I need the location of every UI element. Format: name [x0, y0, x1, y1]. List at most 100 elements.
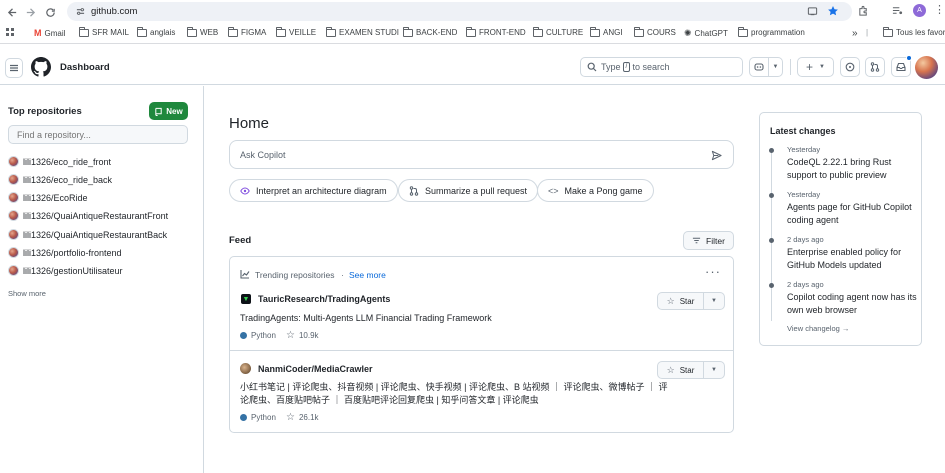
bookmark-angi[interactable]: ANGI	[590, 26, 623, 37]
suggestion-pong-game[interactable]: <> Make a Pong game	[537, 179, 654, 202]
separator-dot: ·	[341, 270, 344, 280]
code-icon: <>	[548, 185, 559, 196]
bookmark-veille[interactable]: VEILLE	[276, 26, 316, 37]
sidebar: Top repositories New lili1326/eco_ride_f…	[0, 86, 204, 473]
send-icon[interactable]	[711, 150, 722, 161]
gmail-icon: M	[34, 28, 42, 38]
change-date: Yesterday	[787, 145, 821, 154]
repo-description-line-1: 小红书笔记 | 评论爬虫、抖音视频 | 评论爬虫、快手视频 | 评论爬虫、B 站…	[240, 382, 668, 392]
view-changelog-link[interactable]: View changelog →	[787, 324, 849, 333]
bookmark-star-icon[interactable]	[827, 5, 839, 17]
plus-icon: +	[806, 60, 814, 74]
sidebar-repo-item[interactable]: lili1326/QuaiAntiqueRestaurantBack	[8, 229, 167, 240]
chevron-down-icon: ▼	[772, 64, 779, 70]
timeline-dot	[769, 193, 774, 198]
folder-icon	[738, 26, 748, 37]
bookmark-anglais[interactable]: anglais	[137, 26, 175, 37]
star-icon: ☆	[666, 295, 675, 306]
media-controls-icon[interactable]	[892, 5, 903, 16]
star-button[interactable]: ☆ Star ▼	[657, 361, 725, 379]
suggestion-architecture-diagram[interactable]: Interpret an architecture diagram	[229, 179, 398, 202]
more-bookmarks-chevron-icon[interactable]: »	[852, 28, 858, 39]
bookmark-examen-studi[interactable]: EXAMEN STUDI	[326, 26, 399, 37]
star-list-dropdown[interactable]: ▼	[704, 362, 724, 378]
menu-dots-icon[interactable]: ⋮	[934, 4, 945, 16]
timeline-dot	[769, 238, 774, 243]
bookmark-culture[interactable]: CULTURE	[533, 26, 583, 37]
issues-button[interactable]	[840, 57, 860, 77]
star-icon: ☆	[286, 330, 295, 341]
profile-initial: A	[917, 7, 922, 14]
back-arrow-icon[interactable]	[4, 4, 20, 20]
sidebar-repo-item[interactable]: lili1326/eco_ride_front	[8, 156, 111, 167]
more-options-icon[interactable]: ···	[705, 264, 721, 279]
github-logo-icon[interactable]	[31, 57, 51, 77]
copilot-chat-input[interactable]: Ask Copilot	[229, 140, 734, 169]
copilot-input-placeholder: Ask Copilot	[240, 150, 286, 160]
new-repository-button[interactable]: New	[149, 102, 188, 120]
profile-avatar[interactable]: A	[913, 4, 926, 17]
address-bar[interactable]: github.com	[67, 2, 852, 21]
bookmark-cours[interactable]: COURS	[634, 26, 676, 37]
search-icon	[587, 62, 597, 72]
change-title-link[interactable]: CodeQL 2.22.1 bring Rust support to publ…	[787, 156, 919, 182]
hamburger-menu-button[interactable]	[5, 58, 23, 78]
forward-arrow-icon[interactable]	[22, 4, 38, 20]
user-avatar[interactable]	[915, 56, 938, 79]
sidebar-repo-item[interactable]: lili1326/portfolio-frontend	[8, 247, 122, 258]
star-icon: ☆	[286, 412, 295, 423]
repo-stars: ☆ 26.1k	[286, 412, 319, 423]
star-main-button[interactable]: ☆ Star	[658, 293, 704, 309]
site-info-icon[interactable]	[76, 7, 85, 16]
bookmark-gmail[interactable]: M Gmail	[34, 28, 65, 38]
repo-description-line-2: 论爬虫、百度贴吧帖子 ｜ 百度贴吧评论回复爬虫 | 知乎问答文章 | 评论爬虫	[240, 395, 539, 405]
folder-icon	[533, 26, 543, 37]
copilot-button[interactable]: ▼	[749, 57, 783, 77]
copilot-icon	[753, 63, 764, 71]
bookmark-programmation[interactable]: programmation	[738, 26, 805, 37]
bookmark-front-end[interactable]: FRONT-END	[466, 26, 526, 37]
feed-heading: Feed	[229, 235, 252, 246]
dashboard-title[interactable]: Dashboard	[60, 62, 110, 73]
bookmark-web[interactable]: WEB	[187, 26, 218, 37]
change-title-link[interactable]: Copilot coding agent now has its own web…	[787, 291, 919, 317]
timeline-dot	[769, 148, 774, 153]
pull-request-icon	[409, 185, 419, 196]
filter-button[interactable]: Filter	[683, 231, 734, 250]
see-more-link[interactable]: See more	[349, 270, 386, 280]
change-title-link[interactable]: Enterprise enabled policy for GitHub Mod…	[787, 246, 919, 272]
folder-icon	[228, 26, 238, 37]
bookmark-figma[interactable]: FIGMA	[228, 26, 266, 37]
extensions-icon[interactable]	[858, 5, 869, 16]
find-repository-input[interactable]	[8, 125, 188, 144]
repo-icon	[155, 107, 162, 116]
trending-repo-name[interactable]: TauricResearch/TradingAgents	[258, 294, 390, 304]
inbox-icon	[896, 62, 906, 72]
bookmark-chatgpt[interactable]: ✺ ChatGPT	[684, 28, 728, 39]
sidebar-repo-item[interactable]: lili1326/QuaiAntiqueRestaurantFront	[8, 210, 168, 221]
reload-icon[interactable]	[42, 4, 58, 20]
search-input[interactable]: Type / to search	[580, 57, 743, 77]
star-button[interactable]: ☆ Star ▼	[657, 292, 725, 310]
change-title-link[interactable]: Agents page for GitHub Copilot coding ag…	[787, 201, 919, 227]
trending-repo-name[interactable]: NanmiCoder/MediaCrawler	[258, 364, 373, 374]
star-main-button[interactable]: ☆ Star	[658, 362, 704, 378]
create-new-button[interactable]: + ▼	[797, 57, 834, 77]
bookmark-sfr-mail[interactable]: SFR MAIL	[79, 26, 129, 37]
star-list-dropdown[interactable]: ▼	[704, 293, 724, 309]
sidebar-repo-item[interactable]: lili1326/EcoRide	[8, 192, 88, 203]
pull-requests-button[interactable]	[865, 57, 885, 77]
sidebar-repo-item[interactable]: lili1326/gestionUtilisateur	[8, 265, 123, 276]
latest-changes-heading: Latest changes	[770, 126, 836, 136]
cast-icon[interactable]	[807, 6, 818, 17]
show-more-link[interactable]: Show more	[8, 289, 46, 298]
bookmark-back-end[interactable]: BACK-END	[403, 26, 457, 37]
repo-owner-avatar	[8, 229, 19, 240]
suggestion-summarize-pull-request[interactable]: Summarize a pull request	[398, 179, 539, 202]
search-shortcut-key: /	[622, 62, 631, 72]
bookmark-all-favorites[interactable]: Tous les favoris	[883, 26, 945, 37]
bookmarks-bar: M Gmail SFR MAIL anglais WEB FIGMA VEILL…	[0, 24, 945, 44]
sidebar-repo-item[interactable]: lili1326/eco_ride_back	[8, 174, 112, 185]
folder-icon	[276, 26, 286, 37]
apps-grid-icon[interactable]	[6, 28, 15, 37]
